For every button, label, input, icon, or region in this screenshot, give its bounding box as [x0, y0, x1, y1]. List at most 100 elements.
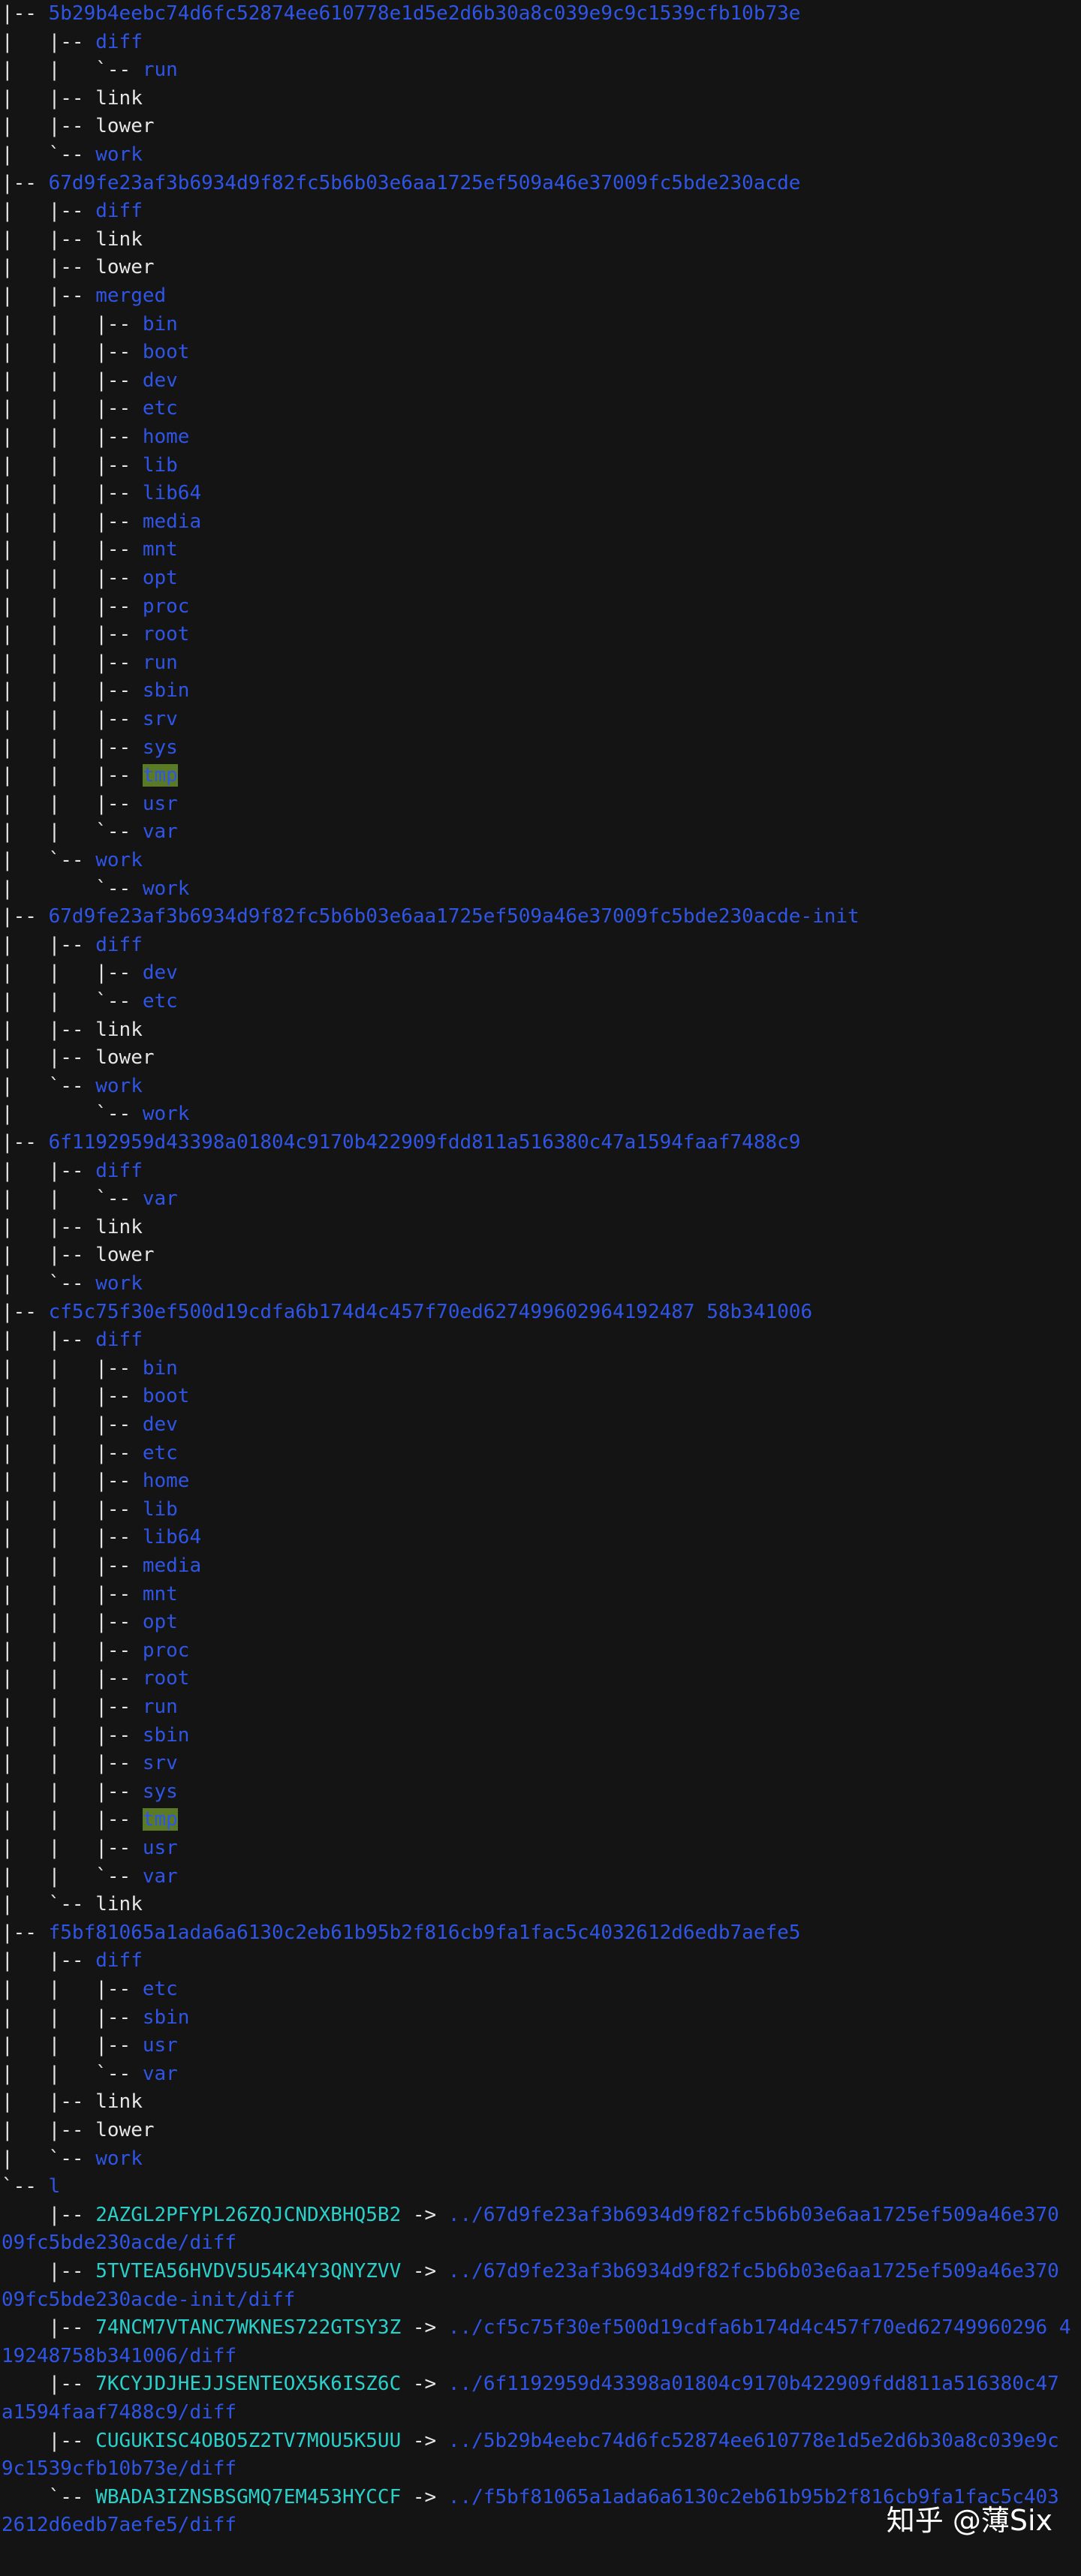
directory-name: dev — [142, 369, 178, 392]
tree-branch: | | |-- — [2, 2034, 143, 2057]
tree-line: |-- 2AZGL2PFYPL26ZQJCNDXBHQ5B2 -> ../67d… — [2, 2201, 1059, 2230]
tree-line: |-- f5bf81065a1ada6a6130c2eb61b95b2f816c… — [2, 1919, 800, 1948]
tree-line: | | |-- run — [2, 649, 178, 678]
tree-line: | | |-- lib64 — [2, 480, 201, 508]
directory-name: diff — [95, 933, 143, 956]
tree-line: | | |-- run — [2, 1693, 178, 1722]
directory-name: 5b29b4eebc74d6fc52874ee610778e1d5e2d6b30… — [48, 2, 801, 25]
tree-branch: | | |-- — [2, 1808, 143, 1831]
file-name: lower — [95, 1046, 155, 1070]
tree-branch: | | |-- — [2, 1441, 143, 1464]
directory-name-highlighted: tmp — [142, 764, 178, 787]
directory-name: media — [142, 510, 202, 533]
tree-line: | |-- merged — [2, 282, 166, 311]
symlink-arrow: -> — [401, 2373, 448, 2396]
tree-line: | | |-- sys — [2, 734, 178, 763]
directory-name: diff — [95, 1329, 143, 1352]
tree-line: | | |-- etc — [2, 395, 178, 423]
tree-line: | |-- diff — [2, 197, 143, 226]
directory-name: merged — [95, 284, 167, 307]
tree-line: | |-- link — [2, 1214, 143, 1242]
tree-branch: | `-- — [2, 1103, 143, 1126]
tree-line: | | |-- home — [2, 423, 189, 452]
tree-line: | | |-- proc — [2, 593, 189, 621]
tree-line: | `-- link — [2, 1891, 143, 1919]
tree-branch: | | |-- — [2, 482, 143, 505]
symlink-name: 7KCYJDJHEJJSENTEOX5K6ISZ6C — [95, 2373, 402, 2396]
tree-line: |-- 7KCYJDJHEJJSENTEOX5K6ISZ6C -> ../6f1… — [2, 2370, 1059, 2399]
directory-name: root — [142, 623, 190, 646]
tree-branch: | |-- — [2, 1159, 96, 1182]
tree-line: 9c1539cfb10b73e/diff — [2, 2455, 236, 2484]
directory-name: lib — [142, 453, 178, 477]
tree-branch: | | |-- — [2, 538, 143, 561]
tree-branch: | |-- — [2, 2119, 96, 2141]
tree-branch: | `-- — [2, 1893, 96, 1916]
symlink-target: ../6f1192959d43398a01804c9170b422909fdd8… — [447, 2373, 1059, 2396]
symlink-arrow: -> — [401, 2316, 448, 2340]
tree-branch: | | `-- — [2, 59, 143, 82]
directory-name: mnt — [142, 538, 178, 561]
tree-branch: |-- — [2, 171, 49, 194]
tree-branch: | | |-- — [2, 594, 143, 618]
tree-line: | | |-- sbin — [2, 2004, 189, 2033]
symlink-arrow: -> — [401, 2485, 448, 2508]
symlink-target-continued: 9c1539cfb10b73e/diff — [2, 2457, 237, 2481]
directory-name: sbin — [142, 1723, 190, 1747]
tree-branch: | `-- — [2, 2147, 96, 2170]
file-name: link — [95, 1215, 143, 1238]
tree-branch: `-- — [2, 2485, 96, 2508]
tree-line: |-- cf5c75f30ef500d19cdfa6b174d4c457f70e… — [2, 1299, 812, 1327]
directory-name: diff — [95, 200, 143, 223]
tree-branch: | |-- — [2, 227, 96, 251]
directory-name-highlighted: tmp — [142, 1808, 178, 1831]
directory-name: media — [142, 1554, 202, 1577]
tree-branch: | | |-- — [2, 679, 143, 703]
tree-line: | | |-- opt — [2, 1608, 178, 1637]
directory-name: sys — [142, 736, 178, 759]
directory-name: work — [95, 1272, 143, 1295]
tree-branch: | | `-- — [2, 1187, 143, 1211]
directory-name: var — [142, 1187, 178, 1211]
symlink-target: ../5b29b4eebc74d6fc52874ee610778e1d5e2d6… — [447, 2429, 1059, 2452]
directory-name: dev — [142, 961, 178, 985]
tree-line: 09fc5bde230acde-init/diff — [2, 2286, 295, 2315]
directory-name: sbin — [142, 679, 190, 703]
tree-line: | | |-- media — [2, 1552, 201, 1581]
tree-line: | | |-- tmp — [2, 1806, 178, 1834]
tree-line: | |-- lower — [2, 2117, 155, 2145]
tree-line: | |-- lower — [2, 113, 155, 141]
tree-line: | |-- lower — [2, 1044, 155, 1073]
tree-line: | | |-- home — [2, 1467, 189, 1496]
file-name: link — [95, 227, 143, 251]
directory-name: work — [95, 143, 143, 166]
symlink-name: 2AZGL2PFYPL26ZQJCNDXBHQ5B2 — [95, 2203, 402, 2226]
tree-line: | | `-- etc — [2, 988, 178, 1016]
directory-name: srv — [142, 708, 178, 730]
directory-name: lib64 — [142, 1526, 202, 1549]
symlink-target: ../cf5c75f30ef500d19cdfa6b174d4c457f70ed… — [447, 2316, 1071, 2340]
tree-branch: | | |-- — [2, 1413, 143, 1436]
tree-branch: | | |-- — [2, 341, 143, 364]
tree-branch: | | |-- — [2, 1667, 143, 1690]
tree-branch: |-- — [2, 2203, 96, 2226]
directory-name: root — [142, 1667, 190, 1690]
tree-branch: |-- — [2, 2429, 96, 2452]
tree-branch: | `-- — [2, 877, 143, 900]
tree-branch: | | |-- — [2, 1752, 143, 1775]
symlink-target-continued: 09fc5bde230acde-init/diff — [2, 2288, 296, 2311]
tree-branch: | | |-- — [2, 1723, 143, 1747]
tree-branch: `-- — [2, 2175, 49, 2198]
tree-branch: | | |-- — [2, 736, 143, 759]
tree-line: | | |-- sys — [2, 1778, 178, 1807]
tree-branch: | | |-- — [2, 651, 143, 674]
tree-line: | | |-- proc — [2, 1637, 189, 1666]
symlink-name: 74NCM7VTANC7WKNES722GTSY3Z — [95, 2316, 402, 2340]
tree-line: | | `-- var — [2, 818, 178, 847]
symlink-target: ../67d9fe23af3b6934d9f82fc5b6b03e6aa1725… — [447, 2260, 1059, 2283]
tree-branch: |-- — [2, 2373, 96, 2396]
tree-line: | |-- link — [2, 1016, 143, 1045]
tree-line: | | |-- dev — [2, 367, 178, 396]
tree-line: | |-- diff — [2, 1947, 143, 1976]
directory-name: 67d9fe23af3b6934d9f82fc5b6b03e6aa1725ef5… — [48, 171, 801, 194]
